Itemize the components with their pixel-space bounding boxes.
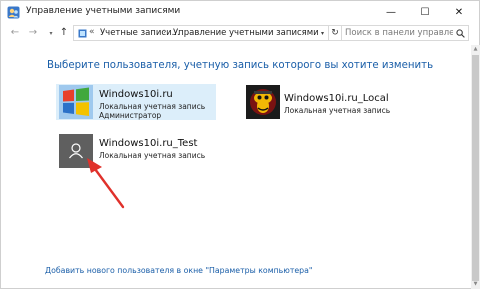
account-tile-windows10i[interactable]: Windows10i.ru Локальная учетная запись А… bbox=[56, 84, 216, 120]
account-role: Администратор bbox=[99, 111, 162, 120]
title-bar: Управление учетными записями — ☐ ✕ bbox=[1, 1, 479, 24]
maximize-button[interactable]: ☐ bbox=[408, 1, 442, 24]
default-user-avatar bbox=[59, 134, 93, 168]
cartoon-avatar bbox=[246, 85, 280, 119]
forward-arrow-icon[interactable]: → bbox=[27, 27, 39, 38]
minimize-button[interactable]: — bbox=[374, 1, 408, 24]
search-icon bbox=[456, 29, 465, 38]
user-accounts-icon bbox=[7, 6, 20, 19]
close-button[interactable]: ✕ bbox=[442, 1, 476, 24]
account-type: Локальная учетная запись bbox=[99, 151, 206, 160]
address-bar[interactable]: « Учетные записи... › Управление учетным… bbox=[73, 25, 329, 41]
refresh-icon: ↻ bbox=[331, 28, 339, 38]
search-box[interactable] bbox=[341, 25, 469, 41]
scroll-up-icon[interactable]: ▲ bbox=[471, 45, 480, 54]
add-new-user-link[interactable]: Добавить нового пользователя в окне "Пар… bbox=[45, 266, 313, 275]
address-dropdown-icon[interactable]: ▾ bbox=[321, 30, 324, 37]
account-type: Локальная учетная запись bbox=[99, 102, 206, 111]
user-silhouette-icon bbox=[59, 134, 93, 168]
minimize-icon: — bbox=[386, 7, 396, 18]
close-icon: ✕ bbox=[454, 7, 464, 18]
window-title: Управление учетными записями bbox=[26, 6, 181, 16]
recent-locations-chevron-icon[interactable]: ▾ bbox=[45, 30, 57, 37]
windows-logo-avatar bbox=[59, 85, 93, 119]
scroll-thumb[interactable] bbox=[472, 55, 479, 281]
content-area: Выберите пользователя, учетную запись ко… bbox=[1, 45, 471, 290]
breadcrumb-item[interactable]: Учетные записи... bbox=[100, 28, 180, 38]
account-tile-windows10i-test[interactable]: Windows10i.ru_Test Локальная учетная зап… bbox=[56, 133, 216, 169]
breadcrumb-overflow-icon[interactable]: « bbox=[89, 27, 95, 37]
control-panel-icon bbox=[78, 29, 87, 38]
maximize-icon: ☐ bbox=[420, 7, 430, 18]
vertical-scrollbar[interactable]: ▲ ▼ bbox=[471, 45, 480, 289]
up-arrow-icon[interactable]: ↑ bbox=[58, 27, 70, 38]
search-input[interactable] bbox=[345, 27, 453, 39]
account-tile-windows10i-local[interactable]: Windows10i.ru_Local Локальная учетная за… bbox=[244, 84, 424, 120]
account-name: Windows10i.ru_Test bbox=[99, 138, 198, 149]
windows-logo-icon bbox=[59, 85, 93, 119]
breadcrumb-separator-icon[interactable]: › bbox=[163, 27, 167, 37]
breadcrumb-item[interactable]: Управление учетными записями bbox=[173, 28, 319, 38]
scroll-down-icon[interactable]: ▼ bbox=[471, 280, 480, 289]
account-name: Windows10i.ru_Local bbox=[284, 93, 389, 104]
account-type: Локальная учетная запись bbox=[284, 106, 391, 115]
user-accounts-window: Управление учетными записями — ☐ ✕ ← → ▾… bbox=[0, 0, 480, 289]
account-name: Windows10i.ru bbox=[99, 89, 173, 100]
page-heading: Выберите пользователя, учетную запись ко… bbox=[47, 60, 434, 71]
back-arrow-icon[interactable]: ← bbox=[9, 27, 21, 38]
cartoon-character-icon bbox=[246, 85, 280, 119]
navigation-bar: ← → ▾ ↑ « Учетные записи... › Управление… bbox=[1, 24, 479, 44]
